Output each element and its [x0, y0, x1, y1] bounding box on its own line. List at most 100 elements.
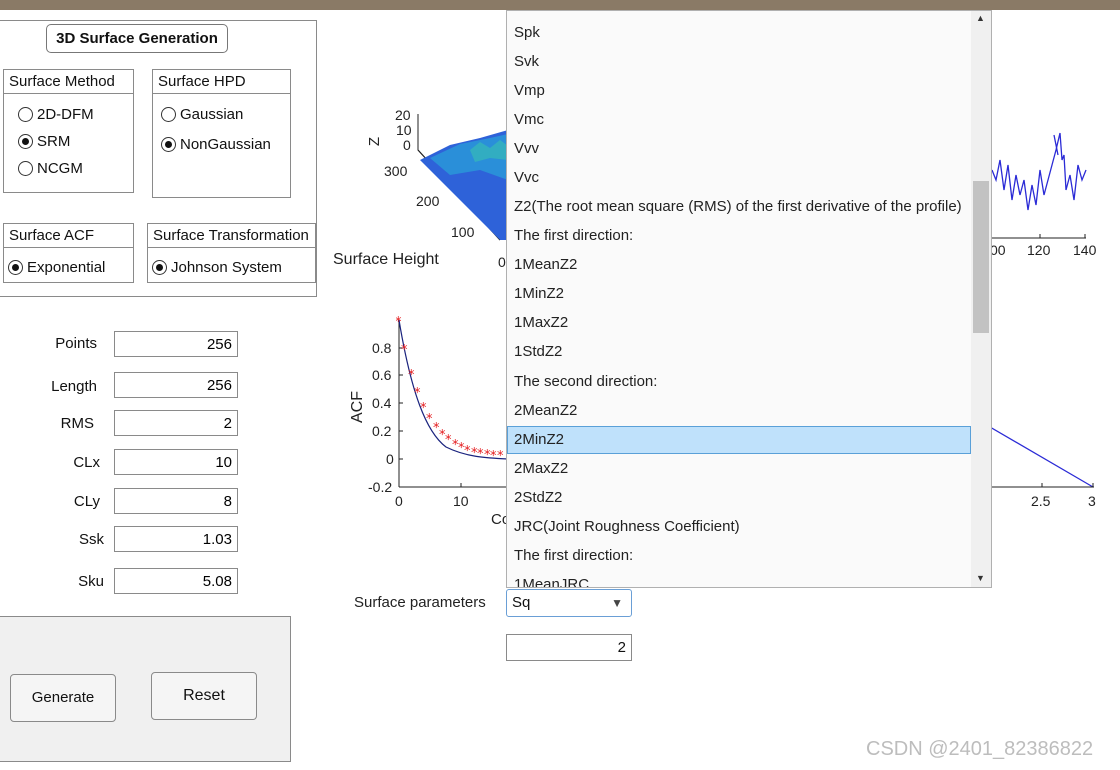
radio-exponential[interactable]: Exponential [8, 257, 105, 277]
y-tick-200: 200 [416, 193, 440, 209]
acf-plot: * * * * * * * * * * * * * * * * * [396, 315, 508, 488]
sku-label: Sku [78, 573, 104, 590]
chevron-down-icon[interactable]: ▼ [611, 590, 623, 616]
acf-marker: * [497, 449, 504, 464]
profile-x-tick-00: 00 [990, 242, 1006, 258]
surface-method-group: Surface Method 2D-DFM SRM NCGM [3, 69, 134, 193]
dropdown-item[interactable]: 1MinZ2 [514, 285, 564, 302]
dropdown-item[interactable]: Vvv [514, 140, 539, 157]
y-tick-100: 100 [451, 224, 475, 240]
radio-label: 2D-DFM [37, 105, 94, 123]
radio-selected-icon[interactable] [8, 259, 23, 275]
scroll-thumb[interactable] [973, 181, 989, 333]
acf-x-tick: 0 [395, 493, 403, 509]
dropdown-item[interactable]: Svk [514, 53, 539, 70]
dropdown-item[interactable]: Vvc [514, 169, 539, 186]
panel-title-button[interactable]: 3D Surface Generation [46, 24, 228, 53]
radio-icon[interactable] [18, 160, 33, 176]
acf-y-tick: 0.4 [372, 395, 392, 411]
radio-nongaussian[interactable]: NonGaussian [161, 134, 271, 154]
acf-x-tick: 10 [453, 493, 469, 509]
dropdown-item[interactable]: 2MaxZ2 [514, 460, 568, 477]
dropdown-item[interactable]: Z2(The root mean square (RMS) of the fir… [514, 198, 962, 215]
dropdown-item[interactable]: Vmc [514, 111, 544, 128]
radio-label: SRM [37, 132, 71, 150]
acf-y-tick: -0.2 [368, 479, 393, 495]
dropdown-item[interactable]: 1StdZ2 [514, 343, 562, 360]
cly-input[interactable] [114, 488, 238, 514]
surface-params-select[interactable]: Sq ▼ [506, 589, 632, 617]
generate-button[interactable]: Generate [10, 674, 116, 722]
acf-y-tick: 0.8 [372, 340, 392, 356]
ssk-input[interactable] [114, 526, 238, 552]
acf-marker: * [490, 449, 497, 464]
radio-johnson-system[interactable]: Johnson System [152, 257, 282, 277]
dropdown-item[interactable]: 1MaxZ2 [514, 314, 568, 331]
right-plot-line [990, 426, 1094, 488]
dropdown-item[interactable]: 2StdZ2 [514, 489, 562, 506]
points-input[interactable] [114, 331, 238, 357]
radio-icon[interactable] [161, 106, 176, 122]
surface-params-dropdown[interactable]: Spk Svk Vmp Vmc Vvv Vvc Z2(The root mean… [506, 10, 992, 588]
dropdown-scrollbar[interactable]: ▲ ▼ [971, 11, 991, 587]
sku-input[interactable] [114, 568, 238, 594]
dropdown-highlight [507, 426, 971, 454]
length-input[interactable] [114, 372, 238, 398]
ssk-label: Ssk [78, 531, 104, 548]
dropdown-item[interactable]: The first direction: [514, 227, 633, 244]
rms-input[interactable] [114, 410, 238, 436]
radio-gaussian[interactable]: Gaussian [161, 104, 243, 124]
profile-x-tick-120: 120 [1027, 242, 1051, 258]
dropdown-item[interactable]: The second direction: [514, 373, 657, 390]
acf-markers: * * * * * * * * * * * * * * * * * [396, 315, 504, 464]
acf-marker: * [477, 447, 484, 462]
length-label: Length [51, 378, 97, 395]
watermark: CSDN @2401_82386822 [866, 738, 1094, 760]
right-x-tick: 2.5 [1031, 493, 1051, 509]
dropdown-item[interactable]: Vmp [514, 82, 545, 99]
surface-method-title: Surface Method [4, 70, 133, 94]
radio-label: Exponential [27, 258, 106, 276]
surface-transformation-title: Surface Transformation [148, 224, 315, 248]
dropdown-item[interactable]: The first direction: [514, 547, 633, 564]
acf-marker: * [401, 343, 408, 358]
acf-marker: * [408, 368, 415, 383]
dropdown-item[interactable]: 2MeanZ2 [514, 402, 577, 419]
clx-label: CLx [73, 454, 100, 471]
cly-label: CLy [73, 493, 100, 510]
clx-input[interactable] [114, 449, 238, 475]
surface-transformation-group: Surface Transformation Johnson System [147, 223, 316, 283]
profile-plot [990, 132, 1087, 239]
radio-srm[interactable]: SRM [18, 131, 70, 151]
right-x-tick: 3 [1088, 493, 1096, 509]
dropdown-item[interactable]: 1MeanJRC [514, 576, 589, 587]
radio-2d-dfm[interactable]: 2D-DFM [18, 104, 94, 124]
z-tick-0: 0 [403, 137, 411, 153]
y-tick-300: 300 [384, 163, 408, 179]
dropdown-item[interactable]: Spk [514, 24, 540, 41]
surface-hpd-title: Surface HPD [153, 70, 290, 94]
scroll-down-icon[interactable]: ▼ [976, 573, 985, 583]
scroll-up-icon[interactable]: ▲ [976, 13, 985, 23]
radio-label: Johnson System [171, 258, 282, 276]
acf-y-tick: 0.6 [372, 367, 392, 383]
z-axis-label: Z [366, 136, 384, 147]
z-tick-20: 20 [395, 107, 411, 123]
surface-acf-group: Surface ACF Exponential [3, 223, 134, 283]
radio-ncgm[interactable]: NCGM [18, 158, 83, 178]
title-bar [0, 0, 1120, 10]
select-value: Sq [512, 594, 531, 611]
surface-param-value[interactable]: 2 [506, 634, 632, 661]
radio-icon[interactable] [18, 106, 33, 122]
dropdown-item[interactable]: 1MeanZ2 [514, 256, 577, 273]
right-plot [990, 426, 1094, 488]
acf-marker: * [464, 444, 471, 459]
radio-selected-icon[interactable] [161, 136, 176, 152]
acf-marker: * [414, 386, 421, 401]
acf-marker: * [396, 315, 402, 330]
radio-selected-icon[interactable] [18, 133, 33, 149]
dropdown-item[interactable]: JRC(Joint Roughness Coefficient) [514, 518, 740, 535]
dropdown-item-selected[interactable]: 2MinZ2 [514, 431, 564, 448]
radio-selected-icon[interactable] [152, 259, 167, 275]
reset-button[interactable]: Reset [151, 672, 257, 720]
